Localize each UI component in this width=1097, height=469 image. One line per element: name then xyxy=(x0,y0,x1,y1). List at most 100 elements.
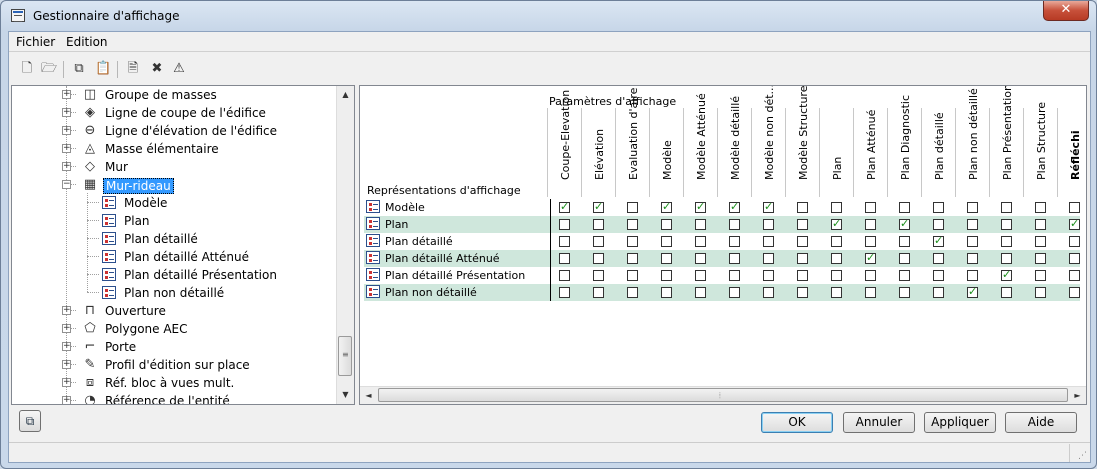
display-checkbox[interactable] xyxy=(763,287,774,298)
display-checkbox[interactable] xyxy=(865,270,876,281)
purge-icon[interactable]: 🗎 xyxy=(125,61,141,77)
display-checkbox[interactable] xyxy=(627,219,638,230)
display-checkbox[interactable] xyxy=(559,287,570,298)
close-button[interactable]: ✕ xyxy=(1043,1,1089,21)
size-grip-icon[interactable]: ⋰ xyxy=(1078,451,1087,461)
display-checkbox[interactable] xyxy=(763,200,774,213)
collapse-icon[interactable]: − xyxy=(62,180,71,189)
column-header[interactable]: Plan Présentation xyxy=(989,86,1024,197)
tree-item[interactable]: + ◬ Masse élémentaire xyxy=(12,140,336,158)
column-header[interactable]: Plan détaillé xyxy=(921,108,956,197)
expand-icon[interactable]: + xyxy=(62,126,71,135)
display-checkbox[interactable] xyxy=(729,287,740,298)
display-checkbox[interactable] xyxy=(865,219,876,230)
display-checkbox[interactable] xyxy=(967,219,978,230)
display-checkbox[interactable] xyxy=(1069,236,1080,247)
display-checkbox[interactable] xyxy=(831,287,842,298)
column-header[interactable]: Plan Structure xyxy=(1023,102,1058,197)
copy-icon[interactable]: ⧉ xyxy=(71,61,87,77)
display-checkbox[interactable] xyxy=(627,253,638,264)
display-checkbox[interactable] xyxy=(1035,253,1046,264)
scroll-left-button[interactable]: ◄ xyxy=(360,387,377,404)
display-checkbox[interactable] xyxy=(831,270,842,281)
display-checkbox[interactable] xyxy=(831,217,842,230)
display-checkbox[interactable] xyxy=(593,219,604,230)
display-checkbox[interactable] xyxy=(695,200,706,213)
edit-display-icon[interactable]: ⧉ xyxy=(19,410,41,432)
display-checkbox[interactable] xyxy=(593,270,604,281)
tree-item[interactable]: Modèle xyxy=(12,194,336,212)
display-checkbox[interactable] xyxy=(797,236,808,247)
column-header[interactable]: Coupe-Elevation xyxy=(547,90,582,197)
display-checkbox[interactable] xyxy=(661,270,672,281)
display-checkbox[interactable] xyxy=(967,202,978,213)
display-checkbox[interactable] xyxy=(865,202,876,213)
display-checkbox[interactable] xyxy=(865,236,876,247)
display-checkbox[interactable] xyxy=(933,234,944,247)
expand-icon[interactable]: + xyxy=(62,324,71,333)
tree-item[interactable]: − ▦ Mur-rideau xyxy=(12,176,336,194)
open-folder-icon[interactable]: 🗁 xyxy=(41,61,57,77)
display-checkbox[interactable] xyxy=(559,236,570,247)
expand-icon[interactable]: + xyxy=(62,108,71,117)
cancel-button[interactable]: Annuler xyxy=(843,412,915,433)
help-button[interactable]: Aide xyxy=(1005,412,1077,433)
display-matrix-panel[interactable]: Paramètres d'affichage Représentations d… xyxy=(359,85,1087,405)
column-header[interactable]: Plan Atténué xyxy=(853,108,888,197)
scroll-up-button[interactable]: ▲ xyxy=(337,86,354,103)
delete-icon[interactable]: ✖ xyxy=(149,61,165,77)
display-checkbox[interactable] xyxy=(627,287,638,298)
column-header[interactable]: Plan xyxy=(819,108,854,197)
display-checkbox[interactable] xyxy=(831,253,842,264)
display-checkbox[interactable] xyxy=(593,287,604,298)
column-header[interactable]: Modèle détaillé xyxy=(717,96,752,197)
apply-button[interactable]: Appliquer xyxy=(924,412,996,433)
expand-icon[interactable]: + xyxy=(62,342,71,351)
object-tree-panel[interactable]: + ◫ Groupe de masses + ◈ Ligne de coupe de l'… xyxy=(11,85,355,405)
display-checkbox[interactable] xyxy=(967,285,978,298)
display-checkbox[interactable] xyxy=(729,236,740,247)
display-checkbox[interactable] xyxy=(661,219,672,230)
display-checkbox[interactable] xyxy=(695,219,706,230)
paste-icon[interactable]: 📋 xyxy=(95,61,111,77)
display-checkbox[interactable] xyxy=(661,236,672,247)
tree-item[interactable]: Plan détaillé xyxy=(12,230,336,248)
display-checkbox[interactable] xyxy=(1001,236,1012,247)
display-checkbox[interactable] xyxy=(763,270,774,281)
column-header[interactable]: Modèle xyxy=(649,108,684,197)
new-document-icon[interactable]: 🗋 xyxy=(19,61,35,77)
display-checkbox[interactable] xyxy=(899,236,910,247)
tree-item[interactable]: Plan détaillé Présentation xyxy=(12,266,336,284)
scroll-right-button[interactable]: ► xyxy=(1069,387,1086,404)
tree-item[interactable]: + ✎ Profil d'édition sur place xyxy=(12,356,336,374)
display-checkbox[interactable] xyxy=(865,251,876,264)
column-header[interactable]: Modèle Atténué xyxy=(683,93,718,197)
display-checkbox[interactable] xyxy=(1069,270,1080,281)
column-header[interactable]: Réfléchi xyxy=(1057,108,1086,197)
display-checkbox[interactable] xyxy=(967,270,978,281)
properties-icon[interactable]: ⚠ xyxy=(171,61,187,77)
tree-item[interactable]: + ⌐ Porte xyxy=(12,338,336,356)
display-checkbox[interactable] xyxy=(899,270,910,281)
matrix-horizontal-scrollbar[interactable]: ◄ ⦙ ► xyxy=(360,386,1086,404)
display-checkbox[interactable] xyxy=(1035,270,1046,281)
display-checkbox[interactable] xyxy=(831,202,842,213)
display-checkbox[interactable] xyxy=(1001,219,1012,230)
display-checkbox[interactable] xyxy=(899,217,910,230)
display-checkbox[interactable] xyxy=(559,200,570,213)
display-checkbox[interactable] xyxy=(729,253,740,264)
display-checkbox[interactable] xyxy=(933,287,944,298)
display-checkbox[interactable] xyxy=(899,253,910,264)
display-checkbox[interactable] xyxy=(695,253,706,264)
display-checkbox[interactable] xyxy=(763,219,774,230)
column-header[interactable]: Evaluation d'aire xyxy=(615,88,650,197)
display-checkbox[interactable] xyxy=(729,219,740,230)
display-checkbox[interactable] xyxy=(661,287,672,298)
display-checkbox[interactable] xyxy=(933,219,944,230)
display-checkbox[interactable] xyxy=(695,236,706,247)
display-checkbox[interactable] xyxy=(1069,287,1080,298)
display-checkbox[interactable] xyxy=(763,236,774,247)
expand-icon[interactable]: + xyxy=(62,306,71,315)
tree-item[interactable]: + ◫ Groupe de masses xyxy=(12,86,336,104)
display-checkbox[interactable] xyxy=(797,270,808,281)
